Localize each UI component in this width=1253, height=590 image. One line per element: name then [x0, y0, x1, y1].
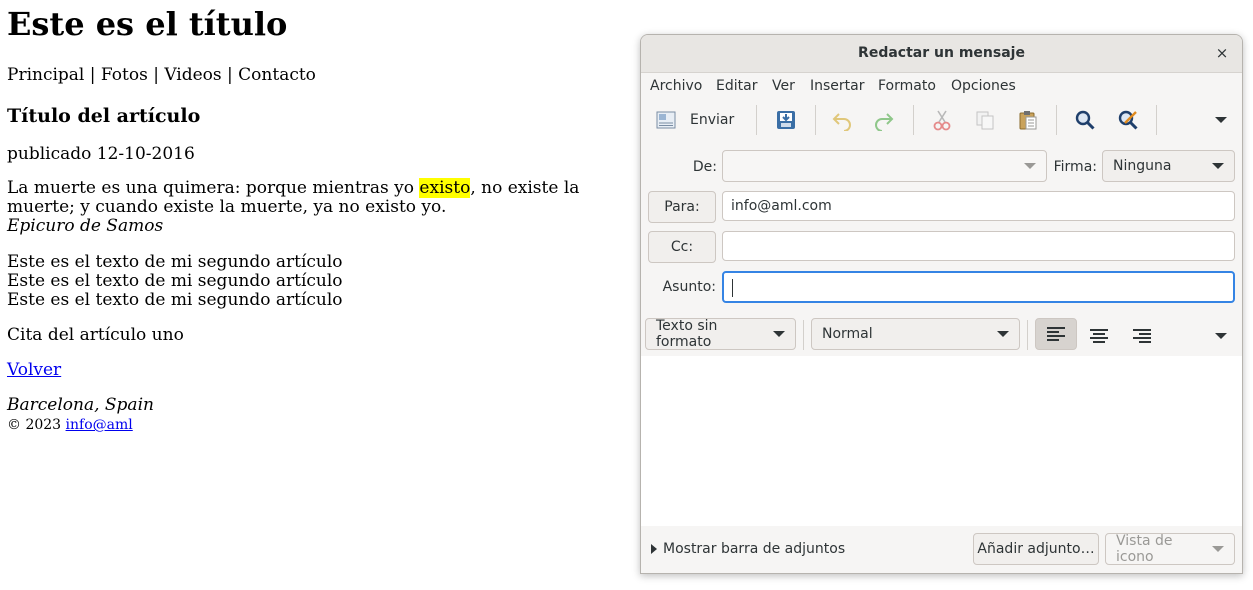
- search-icon: [1075, 110, 1095, 130]
- redo-button[interactable]: [869, 105, 899, 135]
- save-icon: [777, 111, 795, 129]
- quote: La muerte es una quimera: porque mientra…: [7, 178, 647, 236]
- align-center-button[interactable]: [1085, 321, 1113, 351]
- footer: © 2023 info@aml: [7, 417, 133, 434]
- menu-editar[interactable]: Editar: [716, 78, 757, 94]
- clipboard-icon: [1019, 111, 1037, 130]
- cut-button[interactable]: [927, 105, 957, 135]
- find-replace-button[interactable]: [1113, 105, 1143, 135]
- copy-button[interactable]: [970, 105, 1000, 135]
- menu-formato[interactable]: Formato: [878, 78, 936, 94]
- subject-label: Asunto:: [662, 279, 716, 295]
- window-title: Redactar un mensaje: [858, 45, 1025, 61]
- article-line: Este es el texto de mi segundo artículo: [7, 252, 343, 272]
- text-cursor: [732, 279, 733, 297]
- from-select[interactable]: [722, 150, 1047, 182]
- signature-label: Firma:: [1053, 159, 1097, 175]
- copy-icon: [976, 111, 994, 130]
- format-mode-select[interactable]: Texto sin formato: [645, 318, 796, 350]
- close-icon[interactable]: ×: [1212, 43, 1232, 63]
- chevron-down-icon: [773, 331, 785, 337]
- article-cite: Cita del artículo uno: [7, 325, 184, 345]
- cc-button[interactable]: Cc:: [648, 231, 716, 263]
- send-button[interactable]: Enviar: [649, 105, 749, 135]
- quote-highlight: existo: [419, 178, 471, 198]
- format-toolbar: Texto sin formato Normal: [641, 315, 1242, 357]
- attachments-toggle-label: Mostrar barra de adjuntos: [663, 541, 846, 557]
- paragraph-style-value: Normal: [822, 326, 873, 342]
- undo-icon: [832, 113, 851, 131]
- undo-button[interactable]: [827, 105, 857, 135]
- redo-icon: [875, 113, 894, 131]
- chevron-down-icon: [1212, 546, 1224, 552]
- copyright: © 2023: [7, 417, 62, 433]
- article-line: Este es el texto de mi segundo artículo: [7, 271, 343, 291]
- paragraph-style-select[interactable]: Normal: [811, 318, 1020, 350]
- align-left-button[interactable]: [1035, 318, 1077, 350]
- chevron-down-icon: [1215, 333, 1227, 339]
- attachments-toggle[interactable]: Mostrar barra de adjuntos: [651, 541, 845, 557]
- view-mode-select[interactable]: Vista de icono: [1105, 533, 1235, 565]
- footer-city: Barcelona, Spain: [7, 395, 154, 415]
- page-title: Este es el título: [7, 5, 288, 43]
- send-label: Enviar: [690, 112, 735, 128]
- email-link[interactable]: info@aml: [66, 417, 133, 433]
- find-replace-icon: [1118, 110, 1138, 130]
- align-center-icon: [1090, 329, 1108, 343]
- scissors-icon: [933, 110, 951, 131]
- toolbar-overflow-button[interactable]: [1206, 105, 1236, 135]
- expander-icon: [651, 544, 657, 554]
- to-field[interactable]: info@aml.com: [722, 191, 1235, 221]
- menu-opciones[interactable]: Opciones: [951, 78, 1016, 94]
- publish-date: publicado 12-10-2016: [7, 144, 195, 164]
- to-button[interactable]: Para:: [648, 191, 716, 223]
- chevron-down-icon: [1024, 163, 1036, 169]
- menu-insertar[interactable]: Insertar: [810, 78, 865, 94]
- compose-window: Redactar un mensaje × Archivo Editar Ver…: [640, 34, 1243, 574]
- save-button[interactable]: [771, 105, 801, 135]
- subject-field[interactable]: [722, 271, 1235, 303]
- chevron-down-icon: [1215, 117, 1227, 123]
- signature-value: Ninguna: [1113, 158, 1172, 174]
- send-icon: [656, 111, 676, 129]
- titlebar[interactable]: Redactar un mensaje ×: [641, 35, 1242, 73]
- format-overflow-button[interactable]: [1206, 321, 1236, 351]
- align-right-button[interactable]: [1128, 321, 1156, 351]
- to-value: info@aml.com: [731, 198, 832, 214]
- article-line: Este es el texto de mi segundo artículo: [7, 290, 343, 310]
- menu-ver[interactable]: Ver: [772, 78, 795, 94]
- cc-field[interactable]: [722, 231, 1235, 261]
- menu-archivo[interactable]: Archivo: [650, 78, 702, 94]
- from-label: De:: [692, 159, 717, 175]
- article-title: Título del artículo: [7, 105, 201, 127]
- toolbar: Enviar: [641, 99, 1242, 141]
- quote-text-before: La muerte es una quimera: porque mientra…: [7, 178, 420, 198]
- align-left-icon: [1047, 327, 1065, 341]
- format-mode-value: Texto sin formato: [656, 318, 718, 350]
- chevron-down-icon: [1212, 163, 1224, 169]
- menubar: Archivo Editar Ver Insertar Formato Opci…: [641, 73, 1242, 99]
- view-mode-value: Vista de icono: [1116, 533, 1173, 565]
- signature-select[interactable]: Ninguna: [1102, 150, 1235, 182]
- quote-author: Epicuro de Samos: [7, 216, 164, 236]
- align-right-icon: [1133, 329, 1151, 343]
- add-attachment-button[interactable]: Añadir adjunto…: [973, 533, 1099, 565]
- find-button[interactable]: [1070, 105, 1100, 135]
- message-body[interactable]: [641, 356, 1242, 526]
- attachment-bar: Mostrar barra de adjuntos Añadir adjunto…: [641, 526, 1242, 573]
- chevron-down-icon: [997, 331, 1009, 337]
- nav-links[interactable]: Principal | Fotos | Videos | Contacto: [7, 65, 316, 85]
- paste-button[interactable]: [1013, 105, 1043, 135]
- article-body: Este es el texto de mi segundo artículo …: [7, 253, 343, 310]
- back-link[interactable]: Volver: [7, 360, 61, 380]
